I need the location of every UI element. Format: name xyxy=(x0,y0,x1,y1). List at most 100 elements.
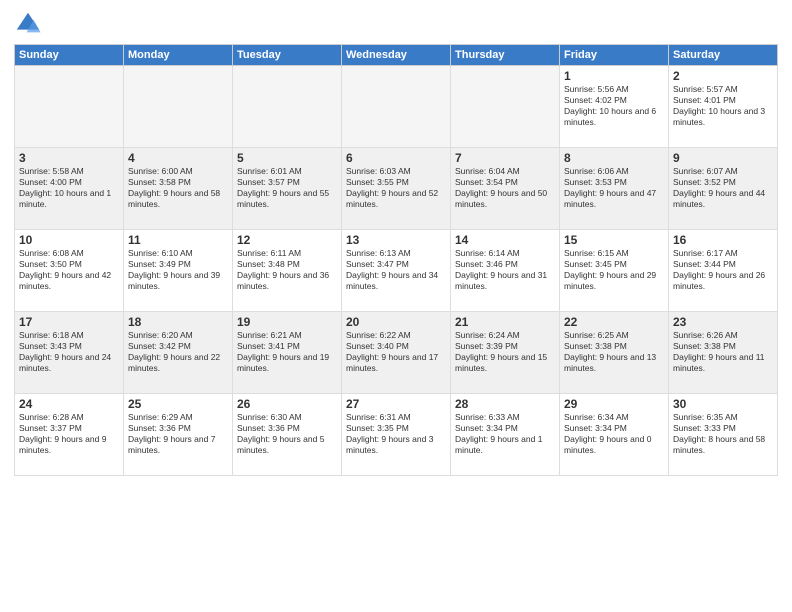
day-info: Sunrise: 6:03 AM Sunset: 3:55 PM Dayligh… xyxy=(346,166,446,210)
day-info: Sunrise: 6:21 AM Sunset: 3:41 PM Dayligh… xyxy=(237,330,337,374)
day-info: Sunrise: 6:00 AM Sunset: 3:58 PM Dayligh… xyxy=(128,166,228,210)
day-number: 16 xyxy=(673,233,773,247)
calendar-day-cell xyxy=(451,66,560,148)
day-number: 17 xyxy=(19,315,119,329)
day-number: 13 xyxy=(346,233,446,247)
day-number: 2 xyxy=(673,69,773,83)
calendar-day-cell: 22Sunrise: 6:25 AM Sunset: 3:38 PM Dayli… xyxy=(560,312,669,394)
calendar-day-cell: 28Sunrise: 6:33 AM Sunset: 3:34 PM Dayli… xyxy=(451,394,560,476)
day-number: 10 xyxy=(19,233,119,247)
day-number: 4 xyxy=(128,151,228,165)
day-number: 18 xyxy=(128,315,228,329)
day-info: Sunrise: 6:13 AM Sunset: 3:47 PM Dayligh… xyxy=(346,248,446,292)
calendar-day-cell: 18Sunrise: 6:20 AM Sunset: 3:42 PM Dayli… xyxy=(124,312,233,394)
calendar-day-cell xyxy=(342,66,451,148)
logo-icon xyxy=(14,10,42,38)
calendar-day-cell: 14Sunrise: 6:14 AM Sunset: 3:46 PM Dayli… xyxy=(451,230,560,312)
day-info: Sunrise: 6:11 AM Sunset: 3:48 PM Dayligh… xyxy=(237,248,337,292)
day-info: Sunrise: 6:26 AM Sunset: 3:38 PM Dayligh… xyxy=(673,330,773,374)
day-number: 12 xyxy=(237,233,337,247)
calendar-day-cell: 9Sunrise: 6:07 AM Sunset: 3:52 PM Daylig… xyxy=(669,148,778,230)
day-info: Sunrise: 6:10 AM Sunset: 3:49 PM Dayligh… xyxy=(128,248,228,292)
day-info: Sunrise: 6:08 AM Sunset: 3:50 PM Dayligh… xyxy=(19,248,119,292)
day-info: Sunrise: 6:15 AM Sunset: 3:45 PM Dayligh… xyxy=(564,248,664,292)
day-info: Sunrise: 6:18 AM Sunset: 3:43 PM Dayligh… xyxy=(19,330,119,374)
calendar-header-monday: Monday xyxy=(124,45,233,66)
calendar-header-row: SundayMondayTuesdayWednesdayThursdayFrid… xyxy=(15,45,778,66)
day-info: Sunrise: 6:35 AM Sunset: 3:33 PM Dayligh… xyxy=(673,412,773,456)
day-info: Sunrise: 6:04 AM Sunset: 3:54 PM Dayligh… xyxy=(455,166,555,210)
header xyxy=(14,10,778,38)
day-number: 5 xyxy=(237,151,337,165)
calendar-week-row: 1Sunrise: 5:56 AM Sunset: 4:02 PM Daylig… xyxy=(15,66,778,148)
day-info: Sunrise: 6:07 AM Sunset: 3:52 PM Dayligh… xyxy=(673,166,773,210)
calendar-header-wednesday: Wednesday xyxy=(342,45,451,66)
calendar-day-cell: 5Sunrise: 6:01 AM Sunset: 3:57 PM Daylig… xyxy=(233,148,342,230)
calendar-day-cell: 2Sunrise: 5:57 AM Sunset: 4:01 PM Daylig… xyxy=(669,66,778,148)
calendar-day-cell: 29Sunrise: 6:34 AM Sunset: 3:34 PM Dayli… xyxy=(560,394,669,476)
calendar-day-cell: 23Sunrise: 6:26 AM Sunset: 3:38 PM Dayli… xyxy=(669,312,778,394)
calendar-day-cell: 19Sunrise: 6:21 AM Sunset: 3:41 PM Dayli… xyxy=(233,312,342,394)
day-info: Sunrise: 5:57 AM Sunset: 4:01 PM Dayligh… xyxy=(673,84,773,128)
day-number: 27 xyxy=(346,397,446,411)
day-number: 24 xyxy=(19,397,119,411)
calendar-header-saturday: Saturday xyxy=(669,45,778,66)
calendar-week-row: 3Sunrise: 5:58 AM Sunset: 4:00 PM Daylig… xyxy=(15,148,778,230)
logo xyxy=(14,10,46,38)
day-number: 21 xyxy=(455,315,555,329)
calendar-day-cell: 21Sunrise: 6:24 AM Sunset: 3:39 PM Dayli… xyxy=(451,312,560,394)
calendar-day-cell: 8Sunrise: 6:06 AM Sunset: 3:53 PM Daylig… xyxy=(560,148,669,230)
calendar-day-cell: 3Sunrise: 5:58 AM Sunset: 4:00 PM Daylig… xyxy=(15,148,124,230)
calendar-day-cell: 16Sunrise: 6:17 AM Sunset: 3:44 PM Dayli… xyxy=(669,230,778,312)
calendar-day-cell: 26Sunrise: 6:30 AM Sunset: 3:36 PM Dayli… xyxy=(233,394,342,476)
calendar-day-cell: 7Sunrise: 6:04 AM Sunset: 3:54 PM Daylig… xyxy=(451,148,560,230)
day-info: Sunrise: 6:34 AM Sunset: 3:34 PM Dayligh… xyxy=(564,412,664,456)
day-info: Sunrise: 6:01 AM Sunset: 3:57 PM Dayligh… xyxy=(237,166,337,210)
day-number: 15 xyxy=(564,233,664,247)
calendar-day-cell: 24Sunrise: 6:28 AM Sunset: 3:37 PM Dayli… xyxy=(15,394,124,476)
calendar-week-row: 24Sunrise: 6:28 AM Sunset: 3:37 PM Dayli… xyxy=(15,394,778,476)
calendar-day-cell: 6Sunrise: 6:03 AM Sunset: 3:55 PM Daylig… xyxy=(342,148,451,230)
day-info: Sunrise: 6:28 AM Sunset: 3:37 PM Dayligh… xyxy=(19,412,119,456)
calendar-day-cell: 13Sunrise: 6:13 AM Sunset: 3:47 PM Dayli… xyxy=(342,230,451,312)
calendar-day-cell: 30Sunrise: 6:35 AM Sunset: 3:33 PM Dayli… xyxy=(669,394,778,476)
calendar-day-cell: 17Sunrise: 6:18 AM Sunset: 3:43 PM Dayli… xyxy=(15,312,124,394)
calendar-header-sunday: Sunday xyxy=(15,45,124,66)
calendar-day-cell: 20Sunrise: 6:22 AM Sunset: 3:40 PM Dayli… xyxy=(342,312,451,394)
day-info: Sunrise: 6:25 AM Sunset: 3:38 PM Dayligh… xyxy=(564,330,664,374)
day-info: Sunrise: 5:56 AM Sunset: 4:02 PM Dayligh… xyxy=(564,84,664,128)
day-info: Sunrise: 5:58 AM Sunset: 4:00 PM Dayligh… xyxy=(19,166,119,210)
day-number: 8 xyxy=(564,151,664,165)
page-container: SundayMondayTuesdayWednesdayThursdayFrid… xyxy=(0,0,792,612)
day-number: 6 xyxy=(346,151,446,165)
calendar-day-cell: 1Sunrise: 5:56 AM Sunset: 4:02 PM Daylig… xyxy=(560,66,669,148)
calendar-table: SundayMondayTuesdayWednesdayThursdayFrid… xyxy=(14,44,778,476)
calendar-day-cell: 25Sunrise: 6:29 AM Sunset: 3:36 PM Dayli… xyxy=(124,394,233,476)
calendar-day-cell: 12Sunrise: 6:11 AM Sunset: 3:48 PM Dayli… xyxy=(233,230,342,312)
calendar-day-cell xyxy=(233,66,342,148)
day-number: 29 xyxy=(564,397,664,411)
calendar-day-cell xyxy=(124,66,233,148)
day-info: Sunrise: 6:17 AM Sunset: 3:44 PM Dayligh… xyxy=(673,248,773,292)
day-number: 25 xyxy=(128,397,228,411)
day-info: Sunrise: 6:29 AM Sunset: 3:36 PM Dayligh… xyxy=(128,412,228,456)
day-info: Sunrise: 6:06 AM Sunset: 3:53 PM Dayligh… xyxy=(564,166,664,210)
day-number: 26 xyxy=(237,397,337,411)
day-info: Sunrise: 6:20 AM Sunset: 3:42 PM Dayligh… xyxy=(128,330,228,374)
calendar-day-cell: 15Sunrise: 6:15 AM Sunset: 3:45 PM Dayli… xyxy=(560,230,669,312)
calendar-header-thursday: Thursday xyxy=(451,45,560,66)
calendar-day-cell: 27Sunrise: 6:31 AM Sunset: 3:35 PM Dayli… xyxy=(342,394,451,476)
calendar-day-cell: 10Sunrise: 6:08 AM Sunset: 3:50 PM Dayli… xyxy=(15,230,124,312)
day-number: 30 xyxy=(673,397,773,411)
day-info: Sunrise: 6:33 AM Sunset: 3:34 PM Dayligh… xyxy=(455,412,555,456)
day-info: Sunrise: 6:30 AM Sunset: 3:36 PM Dayligh… xyxy=(237,412,337,456)
day-number: 22 xyxy=(564,315,664,329)
calendar-day-cell: 11Sunrise: 6:10 AM Sunset: 3:49 PM Dayli… xyxy=(124,230,233,312)
day-number: 20 xyxy=(346,315,446,329)
calendar-header-friday: Friday xyxy=(560,45,669,66)
day-info: Sunrise: 6:22 AM Sunset: 3:40 PM Dayligh… xyxy=(346,330,446,374)
day-number: 28 xyxy=(455,397,555,411)
day-number: 7 xyxy=(455,151,555,165)
day-number: 19 xyxy=(237,315,337,329)
calendar-header-tuesday: Tuesday xyxy=(233,45,342,66)
